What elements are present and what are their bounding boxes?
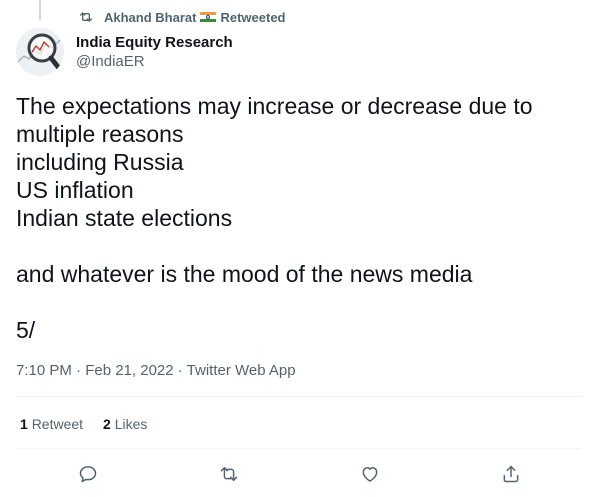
avatar[interactable] xyxy=(16,28,64,76)
engagement-stats: 1 Retweet 2 Likes xyxy=(20,416,147,432)
retweeter-name[interactable]: Akhand Bharat xyxy=(104,10,196,25)
retweet-label: Retweeted xyxy=(220,9,286,25)
author-name[interactable]: India Equity Research xyxy=(76,33,233,52)
heart-icon xyxy=(362,467,378,482)
magnifier-chart-avatar-icon xyxy=(16,28,64,76)
like-stat-label: Likes xyxy=(114,416,148,432)
reply-icon xyxy=(79,466,97,483)
tweet-timestamp[interactable]: 7:10 PM · Feb 21, 2022 · Twitter Web App xyxy=(16,362,296,379)
author-handle[interactable]: @IndiaER xyxy=(76,52,233,72)
action-bar xyxy=(0,460,598,488)
share-icon xyxy=(503,465,519,483)
retweet-banner[interactable]: Akhand Bharat Retweeted xyxy=(78,9,286,25)
like-count: 2 xyxy=(103,416,111,432)
divider xyxy=(16,448,582,449)
share-button[interactable] xyxy=(499,462,523,486)
retweet-button[interactable] xyxy=(217,462,241,486)
reply-button[interactable] xyxy=(76,462,100,486)
thread-connector-line xyxy=(39,0,41,20)
like-button[interactable] xyxy=(358,462,382,486)
retweet-count: 1 xyxy=(20,416,28,432)
retweet-stat-label: Retweet xyxy=(31,416,84,432)
retweet-icon xyxy=(220,467,238,481)
author-block[interactable]: India Equity Research @IndiaER xyxy=(76,33,233,72)
retweet-icon xyxy=(78,9,94,25)
tweet-text: The expectations may increase or decreas… xyxy=(16,93,533,343)
india-flag-icon xyxy=(200,11,217,23)
like-stat[interactable]: 2 Likes xyxy=(103,416,147,432)
retweet-stat[interactable]: 1 Retweet xyxy=(20,416,83,432)
divider xyxy=(16,396,582,397)
